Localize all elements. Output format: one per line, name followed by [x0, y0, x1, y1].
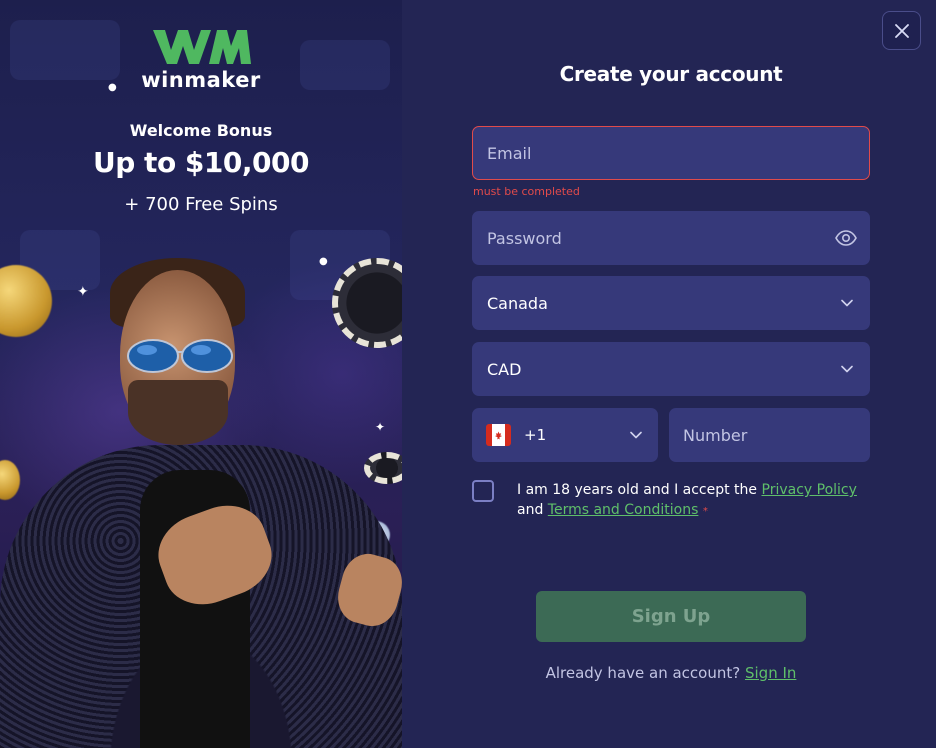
sign-in-link[interactable]: Sign In: [745, 664, 796, 682]
country-select[interactable]: Canada: [472, 276, 870, 330]
email-error-message: must be completed: [473, 185, 580, 198]
consent-text-part: I am 18 years old and I accept the: [517, 482, 758, 498]
currency-select[interactable]: CAD: [472, 342, 870, 396]
canada-flag-icon: [486, 424, 511, 446]
privacy-policy-link[interactable]: Privacy Policy: [762, 482, 857, 498]
email-placeholder: Email: [487, 143, 532, 163]
bonus-amount: Up to $10,000: [93, 146, 309, 179]
form-title: Create your account: [559, 62, 783, 86]
welcome-bonus-label: Welcome Bonus: [129, 121, 273, 140]
password-placeholder: Password: [487, 228, 562, 248]
currency-value: CAD: [487, 359, 522, 379]
phone-code-select[interactable]: +1: [472, 408, 658, 462]
promo-panel: ● ✦ ● ✦ winmaker Welcome Bonus Up to $10…: [0, 0, 402, 748]
close-button[interactable]: [882, 11, 921, 50]
signin-prompt: Already have an account? Sign In: [472, 664, 870, 682]
wm-logo-icon: [153, 30, 251, 64]
have-account-text: Already have an account?: [545, 664, 741, 682]
country-value: Canada: [487, 293, 548, 313]
poker-chip-image: [364, 452, 402, 484]
number-placeholder: Number: [683, 425, 748, 445]
brand-name: winmaker: [141, 68, 261, 92]
chevron-down-icon: [841, 365, 853, 373]
sign-up-button[interactable]: Sign Up: [536, 591, 806, 642]
email-field[interactable]: Email: [472, 126, 870, 180]
free-spins-label: + 700 Free Spins: [124, 194, 278, 215]
eye-icon[interactable]: [835, 230, 857, 246]
close-icon: [894, 23, 909, 38]
phone-number-field[interactable]: Number: [669, 408, 870, 462]
consent-and-text: and: [517, 502, 544, 518]
chevron-down-icon: [630, 431, 642, 439]
terms-link[interactable]: Terms and Conditions: [548, 502, 699, 518]
sparkle-icon: ✦: [77, 284, 89, 300]
man-beard-image: [128, 380, 228, 445]
password-field[interactable]: Password: [472, 211, 870, 265]
gold-coin-image: [0, 460, 20, 500]
chevron-down-icon: [841, 299, 853, 307]
consent-text: I am 18 years old and I accept the Priva…: [517, 480, 862, 522]
brand-logo: winmaker: [0, 26, 402, 92]
sparkle-icon: ✦: [375, 420, 386, 434]
age-terms-checkbox[interactable]: [472, 480, 494, 502]
sparkle-icon: ●: [319, 256, 328, 267]
required-mark: *: [702, 506, 708, 517]
phone-code-value: +1: [524, 426, 547, 444]
sunglasses-image: [127, 339, 233, 373]
